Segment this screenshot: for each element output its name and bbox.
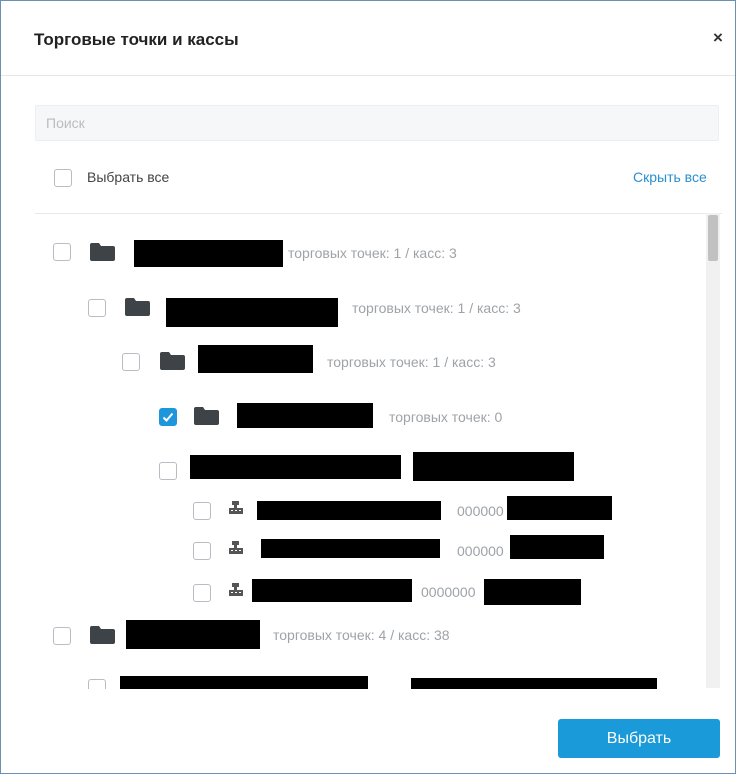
row-checkbox[interactable] bbox=[53, 243, 71, 261]
row-checkbox[interactable] bbox=[88, 679, 106, 689]
redacted-name bbox=[252, 579, 412, 602]
redacted-name bbox=[237, 403, 373, 428]
check-icon bbox=[162, 412, 174, 422]
row-checkbox[interactable] bbox=[122, 353, 140, 371]
cash-register-icon bbox=[229, 541, 243, 554]
folder-icon bbox=[194, 407, 219, 425]
register-code: 000000 bbox=[457, 503, 504, 519]
row-checkbox[interactable] bbox=[193, 542, 211, 560]
row-checkbox[interactable] bbox=[88, 299, 106, 317]
row-meta: торговых точек: 1 / касс: 3 bbox=[327, 354, 496, 370]
row-meta: торговых точек: 4 / касс: 38 bbox=[273, 627, 450, 643]
select-all-checkbox[interactable] bbox=[54, 169, 72, 187]
redacted-name bbox=[134, 240, 283, 267]
redacted-name bbox=[257, 501, 441, 520]
redacted-code bbox=[507, 496, 612, 520]
folder-icon bbox=[125, 298, 150, 316]
row-meta: торговых точек: 1 / касс: 3 bbox=[288, 245, 457, 261]
tree-list: торговых точек: 1 / касс: 3 торговых точ… bbox=[35, 213, 722, 689]
row-checkbox[interactable] bbox=[193, 502, 211, 520]
row-checkbox[interactable] bbox=[193, 584, 211, 602]
search-input[interactable] bbox=[35, 105, 719, 141]
dialog: Торговые точки и кассы × Выбрать все Скр… bbox=[0, 0, 736, 774]
scrollbar-thumb[interactable] bbox=[708, 215, 718, 261]
row-meta: торговых точек: 1 / касс: 3 bbox=[352, 300, 521, 316]
redacted-code bbox=[484, 579, 581, 605]
row-checkbox[interactable] bbox=[159, 462, 177, 480]
redacted-name bbox=[198, 345, 313, 373]
register-code: 000000 bbox=[457, 543, 504, 559]
redacted-name bbox=[190, 455, 401, 479]
close-icon[interactable]: × bbox=[713, 28, 723, 48]
dialog-title: Торговые точки и кассы bbox=[34, 30, 239, 49]
folder-icon bbox=[90, 243, 115, 261]
dialog-header: Торговые точки и кассы × bbox=[1, 1, 735, 76]
redacted-name bbox=[126, 620, 260, 649]
register-code: 0000000 bbox=[421, 584, 476, 600]
row-checkbox[interactable] bbox=[53, 627, 71, 645]
row-checkbox[interactable] bbox=[159, 408, 177, 426]
row-meta: торговых точек: 0 bbox=[389, 409, 503, 425]
redacted-name bbox=[166, 298, 338, 327]
tree-scrollbar[interactable] bbox=[706, 213, 720, 688]
folder-icon bbox=[90, 626, 115, 644]
select-all-label: Выбрать все bbox=[87, 169, 170, 185]
redacted-address bbox=[413, 452, 574, 481]
cash-register-icon bbox=[229, 583, 243, 596]
select-button[interactable]: Выбрать bbox=[558, 719, 720, 758]
cash-register-icon bbox=[229, 501, 243, 514]
folder-icon bbox=[160, 352, 185, 370]
redacted-name bbox=[261, 539, 440, 558]
redacted-code bbox=[510, 535, 604, 559]
hide-all-link[interactable]: Скрыть все bbox=[633, 169, 707, 185]
redacted-name bbox=[120, 676, 368, 689]
redacted-address bbox=[411, 678, 657, 689]
